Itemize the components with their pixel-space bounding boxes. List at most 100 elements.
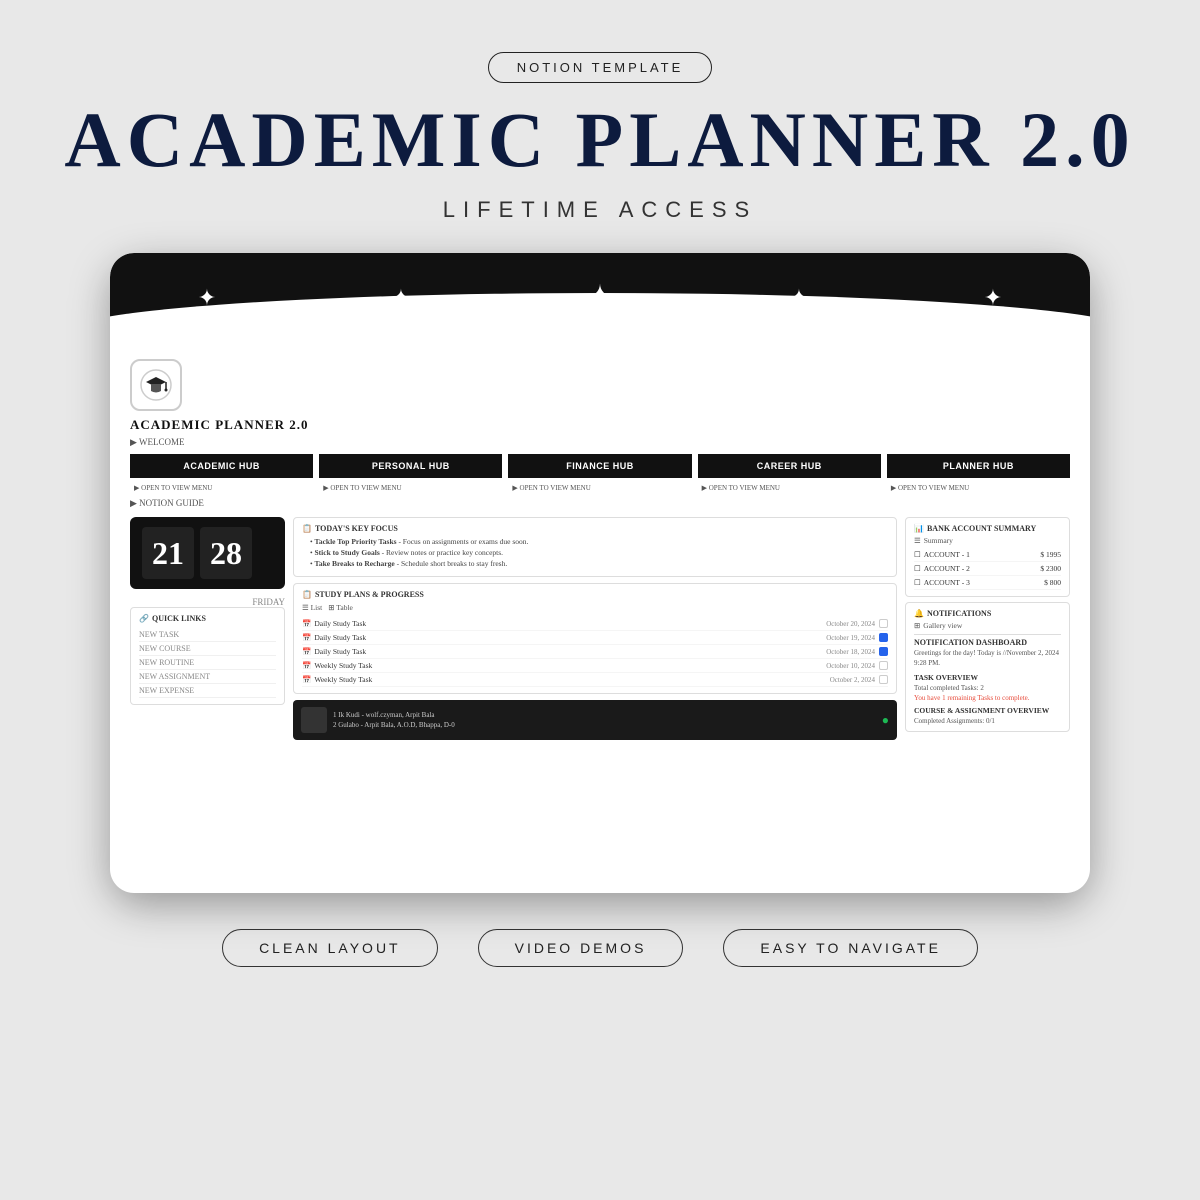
clock-panel: 21 28 FRIDAY 🔗 QUICK LINKS NEW TASK NEW … xyxy=(130,517,285,740)
hub-submenu-row: ▶ OPEN TO VIEW MENU ▶ OPEN TO VIEW MENU … xyxy=(130,482,1070,494)
planner-hub-submenu[interactable]: ▶ OPEN TO VIEW MENU xyxy=(887,482,1070,494)
gallery-icon: ⊞ xyxy=(914,621,920,630)
career-hub-button[interactable]: CAREER HUB xyxy=(698,454,881,478)
account-name-1: ☐ ACCOUNT - 1 xyxy=(914,550,970,559)
notification-dashboard-title: NOTIFICATION DASHBOARD xyxy=(914,638,1061,647)
task-name: 📅 Daily Study Task xyxy=(302,619,366,628)
task-name: 📅 Weekly Study Task xyxy=(302,661,372,670)
personal-hub-submenu[interactable]: ▶ OPEN TO VIEW MENU xyxy=(319,482,502,494)
table-row: 📅 Weekly Study Task October 2, 2024 xyxy=(302,673,888,687)
notification-greeting: Greetings for the day! Today is //Novemb… xyxy=(914,649,1061,669)
account-row-3: ☐ ACCOUNT - 3 $ 800 xyxy=(914,576,1061,590)
notion-page-title: ACADEMIC PLANNER 2.0 xyxy=(130,417,1070,433)
completed-assignments-text: Completed Assignments: 0/1 xyxy=(914,717,1061,725)
subtitle: LIFETIME ACCESS xyxy=(443,197,757,223)
list-view-tab[interactable]: ☰ List xyxy=(302,603,322,612)
task-icon: 📅 xyxy=(302,647,311,656)
table-row: 📅 Daily Study Task October 18, 2024 xyxy=(302,645,888,659)
academic-hub-submenu[interactable]: ▶ OPEN TO VIEW MENU xyxy=(130,482,313,494)
device-header: ✦ ✦ ✦ ✦ ✦ xyxy=(110,253,1090,343)
bank-summary-label: ☰ Summary xyxy=(914,536,1061,545)
task-icon: 📅 xyxy=(302,633,311,642)
academic-hub-button[interactable]: ACADEMIC HUB xyxy=(130,454,313,478)
focus-box: 📋 TODAY'S KEY FOCUS • Tackle Top Priorit… xyxy=(293,517,897,577)
finance-hub-button[interactable]: FINANCE HUB xyxy=(508,454,691,478)
gallery-view-label[interactable]: ⊞ Gallery view xyxy=(914,621,1061,630)
task-icon: 📅 xyxy=(302,619,311,628)
music-tracks: 1 Ik Kudi - wolf.czyman, Arpit Bala 2 Gu… xyxy=(333,710,876,730)
task-checkbox[interactable] xyxy=(879,661,888,670)
notif-icon: 🔔 xyxy=(914,609,924,618)
quick-link-new-routine[interactable]: NEW ROUTINE xyxy=(139,656,276,670)
bank-title: 📊 BANK ACCOUNT SUMMARY xyxy=(914,524,1061,533)
device-mockup: ✦ ✦ ✦ ✦ ✦ xyxy=(110,253,1090,893)
account-row-1: ☐ ACCOUNT - 1 $ 1995 xyxy=(914,548,1061,562)
welcome-row: ▶ WELCOME xyxy=(130,437,1070,448)
account-icon: ☐ xyxy=(914,550,921,559)
quick-link-new-task[interactable]: NEW TASK xyxy=(139,628,276,642)
clock-hour: 21 xyxy=(142,527,194,579)
account-icon: ☐ xyxy=(914,578,921,587)
spotify-icon: ● xyxy=(882,713,889,728)
music-track-2: 2 Gulabo - Arpit Bala, A.O.D, Bhappa, D-… xyxy=(333,720,876,730)
task-date: October 19, 2024 xyxy=(826,633,888,642)
video-demos-badge: VIDEO DEMOS xyxy=(478,929,684,967)
table-row: 📅 Daily Study Task October 20, 2024 xyxy=(302,617,888,631)
notifications-title: 🔔 NOTIFICATIONS xyxy=(914,609,1061,618)
career-hub-submenu[interactable]: ▶ OPEN TO VIEW MENU xyxy=(698,482,881,494)
task-overview-title: TASK OVERVIEW xyxy=(914,673,1061,682)
hub-buttons-row: ACADEMIC HUB PERSONAL HUB FINANCE HUB CA… xyxy=(130,454,1070,478)
easy-navigate-badge: EASY TO NAVIGATE xyxy=(723,929,978,967)
finance-hub-submenu[interactable]: ▶ OPEN TO VIEW MENU xyxy=(508,482,691,494)
bank-box: 📊 BANK ACCOUNT SUMMARY ☰ Summary ☐ ACCOU… xyxy=(905,517,1070,597)
study-icon: 📋 xyxy=(302,590,312,599)
focus-item-1: • Tackle Top Priority Tasks - Focus on a… xyxy=(302,537,888,546)
notion-guide-row[interactable]: ▶ NOTION GUIDE xyxy=(130,498,1070,509)
dashboard-area: 21 28 FRIDAY 🔗 QUICK LINKS NEW TASK NEW … xyxy=(130,517,1070,740)
task-checkbox[interactable] xyxy=(879,647,888,656)
quick-links-panel: 🔗 QUICK LINKS NEW TASK NEW COURSE NEW RO… xyxy=(130,607,285,705)
table-view-tab[interactable]: ⊞ Table xyxy=(328,603,353,612)
task-date: October 18, 2024 xyxy=(826,647,888,656)
task-date: October 2, 2024 xyxy=(830,675,888,684)
link-icon: 🔗 xyxy=(139,614,149,623)
music-track-1: 1 Ik Kudi - wolf.czyman, Arpit Bala xyxy=(333,710,876,720)
task-checkbox[interactable] xyxy=(879,675,888,684)
device-screen: ✦ ✦ ✦ ✦ ✦ xyxy=(110,253,1090,893)
bottom-badges: CLEAN LAYOUT VIDEO DEMOS EASY TO NAVIGAT… xyxy=(222,929,978,967)
focus-icon: 📋 xyxy=(302,524,312,533)
personal-hub-button[interactable]: PERSONAL HUB xyxy=(319,454,502,478)
notion-logo xyxy=(130,359,182,411)
account-name-3: ☐ ACCOUNT - 3 xyxy=(914,578,970,587)
study-plans-box: 📋 STUDY PLANS & PROGRESS ☰ List ⊞ Table … xyxy=(293,583,897,694)
account-row-2: ☐ ACCOUNT - 2 $ 2300 xyxy=(914,562,1061,576)
quick-link-new-expense[interactable]: NEW EXPENSE xyxy=(139,684,276,698)
quick-link-new-course[interactable]: NEW COURSE xyxy=(139,642,276,656)
table-row: 📅 Daily Study Task October 19, 2024 xyxy=(302,631,888,645)
clock-minute: 28 xyxy=(200,527,252,579)
task-name: 📅 Daily Study Task xyxy=(302,647,366,656)
account-amount-2: $ 2300 xyxy=(1040,564,1061,573)
clean-layout-badge: CLEAN LAYOUT xyxy=(222,929,438,967)
task-date: October 10, 2024 xyxy=(826,661,888,670)
course-overview-title: COURSE & ASSIGNMENT OVERVIEW xyxy=(914,706,1061,715)
task-checkbox[interactable] xyxy=(879,633,888,642)
quick-link-new-assignment[interactable]: NEW ASSIGNMENT xyxy=(139,670,276,684)
notion-logo-row xyxy=(130,359,1070,411)
account-name-2: ☐ ACCOUNT - 2 xyxy=(914,564,970,573)
music-player: 1 Ik Kudi - wolf.czyman, Arpit Bala 2 Gu… xyxy=(293,700,897,740)
table-row: 📅 Weekly Study Task October 10, 2024 xyxy=(302,659,888,673)
task-date: October 20, 2024 xyxy=(826,619,888,628)
focus-item-3: • Take Breaks to Recharge - Schedule sho… xyxy=(302,559,888,568)
top-badge: NOTION TEMPLATE xyxy=(488,52,713,83)
bank-icon: 📊 xyxy=(914,524,924,533)
planner-hub-button[interactable]: PLANNER HUB xyxy=(887,454,1070,478)
music-thumbnail xyxy=(301,707,327,733)
task-icon: 📅 xyxy=(302,661,311,670)
account-amount-3: $ 800 xyxy=(1044,578,1061,587)
task-name: 📅 Weekly Study Task xyxy=(302,675,372,684)
task-icon: 📅 xyxy=(302,675,311,684)
bank-panel: 📊 BANK ACCOUNT SUMMARY ☰ Summary ☐ ACCOU… xyxy=(905,517,1070,740)
task-checkbox[interactable] xyxy=(879,619,888,628)
notion-content: ACADEMIC PLANNER 2.0 ▶ WELCOME ACADEMIC … xyxy=(110,343,1090,740)
